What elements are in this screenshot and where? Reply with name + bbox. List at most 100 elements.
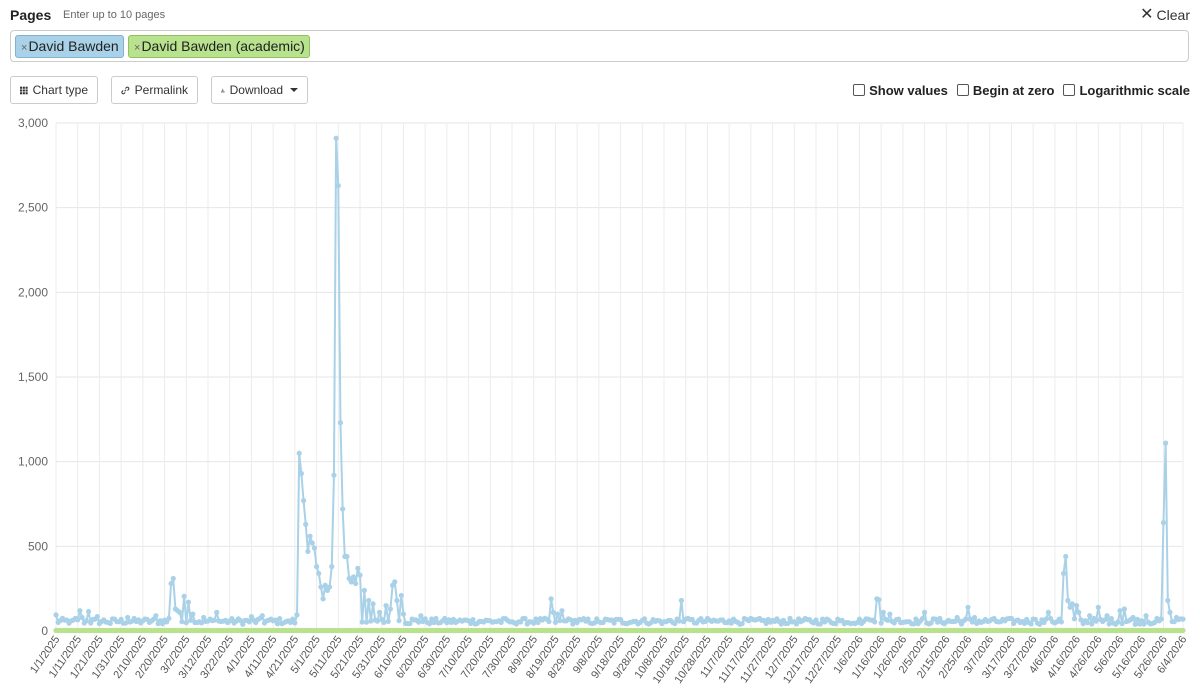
- data-point: [298, 470, 304, 477]
- data-point: [214, 609, 220, 615]
- data-point: [277, 616, 283, 622]
- data-point: [177, 609, 183, 615]
- data-point: [185, 599, 192, 605]
- data-point: [329, 564, 335, 570]
- begin-at-zero-checkbox[interactable]: [956, 84, 969, 96]
- data-point: [887, 611, 893, 617]
- data-point: [311, 545, 318, 551]
- data-point: [522, 615, 528, 622]
- data-point: [168, 580, 174, 587]
- download-icon: [221, 88, 225, 92]
- data-point: [1063, 553, 1069, 560]
- data-point: [166, 615, 172, 621]
- download-button[interactable]: Download: [211, 76, 308, 104]
- data-point: [672, 620, 678, 627]
- y-tick-label: 500: [28, 539, 48, 553]
- data-point: [327, 584, 333, 590]
- data-point: [153, 613, 159, 619]
- data-point: [1028, 621, 1034, 627]
- data-point: [1089, 621, 1095, 627]
- y-tick-label: 1,000: [18, 455, 48, 469]
- remove-tag-icon[interactable]: ×: [134, 42, 140, 54]
- data-point: [470, 617, 476, 623]
- data-point: [181, 593, 187, 599]
- data-point: [344, 553, 350, 560]
- data-point: [1087, 613, 1093, 619]
- data-point: [1076, 609, 1082, 615]
- chart-type-button[interactable]: Chart type: [10, 76, 98, 104]
- data-point: [296, 450, 302, 456]
- data-point: [1045, 609, 1051, 615]
- begin-at-zero-option[interactable]: Begin at zero: [956, 81, 1055, 99]
- data-point: [211, 617, 218, 623]
- log-scale-checkbox[interactable]: [1063, 84, 1076, 96]
- data-point: [876, 597, 882, 603]
- data-point: [331, 472, 337, 478]
- data-point: [79, 614, 85, 621]
- chart-type-label: Chart type: [32, 83, 88, 97]
- data-point: [303, 521, 309, 527]
- data-point: [53, 612, 59, 618]
- data-point: [1158, 616, 1164, 622]
- log-scale-option[interactable]: Logarithmic scale: [1063, 81, 1190, 99]
- data-point: [559, 608, 565, 614]
- data-point: [1160, 520, 1167, 526]
- data-point: [965, 604, 971, 610]
- data-point: [1074, 603, 1080, 609]
- data-point: [259, 613, 265, 619]
- data-point: [340, 506, 346, 512]
- data-point: [1121, 606, 1127, 612]
- data-point: [381, 619, 387, 625]
- data-point: [337, 420, 344, 426]
- show-values-checkbox[interactable]: [853, 84, 866, 96]
- data-point: [1167, 609, 1173, 615]
- data-point: [1104, 613, 1110, 619]
- data-point: [357, 572, 363, 578]
- y-tick-label: 2,000: [18, 285, 48, 299]
- pages-hint: Enter up to 10 pages: [63, 9, 166, 21]
- begin-at-zero-label: Begin at zero: [972, 82, 1055, 98]
- data-point: [85, 608, 92, 615]
- data-point: [383, 603, 389, 609]
- data-point: [363, 619, 370, 625]
- data-point: [316, 570, 322, 577]
- grid-icon: [20, 86, 28, 94]
- data-point: [300, 498, 307, 504]
- remove-tag-icon[interactable]: ×: [21, 42, 27, 54]
- data-point: [107, 620, 113, 626]
- data-point: [1180, 616, 1186, 622]
- data-point: [1180, 627, 1186, 634]
- page-selector-input[interactable]: ×David Bawden ×David Bawden (academic): [10, 30, 1189, 62]
- permalink-button[interactable]: Permalink: [111, 76, 198, 104]
- data-point: [370, 601, 376, 607]
- data-point: [320, 596, 326, 602]
- page-tag[interactable]: ×David Bawden: [15, 35, 124, 58]
- clear-button[interactable]: ✕ Clear: [1140, 7, 1190, 24]
- link-icon: [121, 86, 130, 94]
- page-tag-label: David Bawden: [28, 38, 119, 54]
- data-point: [1095, 604, 1101, 610]
- chart-options: Show values Begin at zero Logarithmic sc…: [853, 81, 1190, 99]
- data-point: [678, 597, 684, 604]
- data-point: [885, 617, 891, 623]
- data-point: [832, 621, 839, 627]
- data-point: [350, 574, 357, 580]
- data-point: [229, 616, 235, 622]
- data-point: [335, 183, 341, 189]
- pages-header: Pages Enter up to 10 pages ✕ Clear: [10, 6, 1190, 28]
- y-tick-label: 3,000: [18, 116, 48, 130]
- data-point: [676, 618, 682, 624]
- data-point: [1143, 613, 1149, 619]
- data-point: [1165, 597, 1171, 604]
- data-point: [392, 579, 398, 585]
- data-point: [1060, 570, 1067, 577]
- data-point: [546, 618, 552, 625]
- page-tag[interactable]: ×David Bawden (academic): [128, 35, 310, 58]
- data-point: [368, 618, 374, 624]
- series-line: [55, 137, 1184, 626]
- data-point: [739, 620, 745, 627]
- show-values-option[interactable]: Show values: [853, 81, 948, 99]
- data-point: [292, 620, 298, 626]
- pageviews-chart: 05001,0001,5002,0002,5003,0001/1/20251/1…: [18, 116, 1189, 686]
- data-point: [94, 614, 100, 620]
